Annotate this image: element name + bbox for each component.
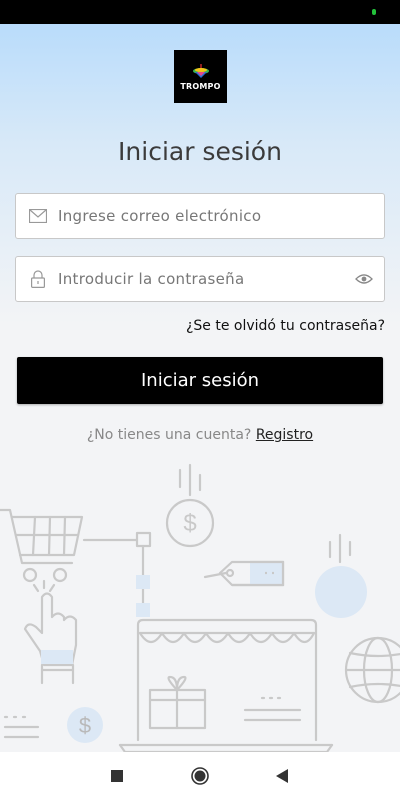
lock-icon xyxy=(28,269,48,289)
email-input[interactable] xyxy=(58,207,384,225)
signup-prompt: ¿No tienes una cuenta? Registro xyxy=(0,427,400,443)
status-bar xyxy=(0,0,400,24)
page-title: Iniciar sesión xyxy=(118,137,282,166)
laptop-store-icon xyxy=(118,618,334,754)
no-account-text: ¿No tienes una cuenta? xyxy=(86,427,252,443)
eye-icon[interactable] xyxy=(354,269,374,289)
ecommerce-illustration: $ $ xyxy=(0,463,400,754)
circle-icon[interactable] xyxy=(185,761,215,791)
envelope-icon xyxy=(28,206,48,226)
password-field-container xyxy=(15,256,385,302)
forgot-password-link[interactable]: ¿Se te olvidó tu contraseña? xyxy=(186,318,385,334)
system-nav-bar xyxy=(0,752,400,800)
hand-pointer-icon xyxy=(23,579,78,685)
app-logo: TROMPO xyxy=(174,50,227,103)
password-input[interactable] xyxy=(58,270,354,288)
shopping-cart-icon xyxy=(0,508,84,583)
square-icon[interactable] xyxy=(102,761,132,791)
register-link[interactable]: Registro xyxy=(256,427,313,443)
dollar-sign-bottom: $ xyxy=(79,713,91,738)
dollar-sign-top: $ xyxy=(183,510,196,537)
triangle-back-icon[interactable] xyxy=(267,761,297,791)
email-field-container xyxy=(15,193,385,239)
globe-icon xyxy=(344,636,400,704)
logo-text: TROMPO xyxy=(180,82,221,91)
status-indicator xyxy=(372,9,376,15)
spinning-top-icon xyxy=(192,64,209,78)
login-button[interactable]: Iniciar sesión xyxy=(17,357,383,404)
